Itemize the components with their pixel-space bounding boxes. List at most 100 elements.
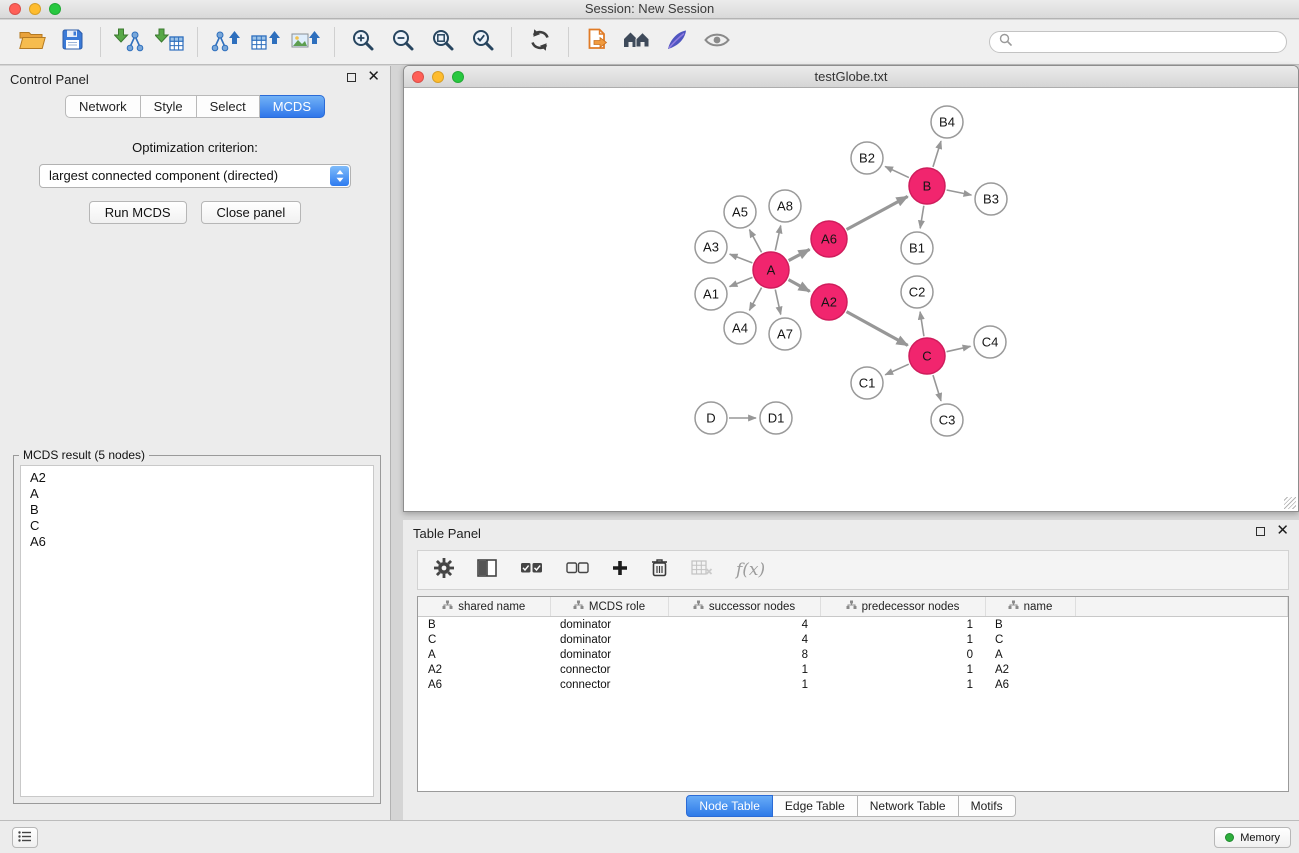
network-edge-B-B1[interactable] [920,206,924,229]
network-zoom-button[interactable] [452,71,464,83]
network-edge-B-B2[interactable] [885,166,909,177]
memory-button[interactable]: Memory [1214,827,1291,848]
network-edge-A-A8[interactable] [775,226,780,251]
network-edge-A-A2[interactable] [789,280,810,292]
tab-node-table[interactable]: Node Table [686,795,773,817]
network-edge-C-C2[interactable] [920,312,924,336]
network-node-B[interactable]: B [909,168,945,204]
resize-grip[interactable] [1284,497,1296,509]
table-row[interactable]: Adominator80A [418,647,1288,662]
network-graph[interactable]: B4 B2 B B3 A5 A8 A6 A3 B1 A C2 A1 A2 A4 A7 C4 C C1 D D1 C3 [405,89,1297,510]
tab-select[interactable]: Select [197,95,260,118]
network-edge-A2-C[interactable] [847,312,908,346]
table-row[interactable]: Bdominator41B [418,617,1288,633]
network-node-A1[interactable]: A1 [695,278,727,310]
create-column-button[interactable] [612,560,628,581]
network-node-A4[interactable]: A4 [724,312,756,344]
network-node-C2[interactable]: C2 [901,276,933,308]
export-image-button[interactable] [286,23,326,61]
help-button[interactable] [657,23,697,61]
network-minimize-button[interactable] [432,71,444,83]
network-node-C[interactable]: C [909,338,945,374]
close-panel-button[interactable]: Close panel [201,201,302,224]
open-recent-file-button[interactable] [577,23,617,61]
column-header-name[interactable]: name [985,597,1075,617]
network-edge-B-B4[interactable] [933,141,941,167]
network-window-titlebar[interactable]: testGlobe.txt [404,66,1298,88]
zoom-selected-button[interactable] [463,23,503,61]
network-edge-A-A3[interactable] [730,254,753,263]
network-edge-A6-B[interactable] [847,196,908,229]
network-node-A7[interactable]: A7 [769,318,801,350]
network-node-C4[interactable]: C4 [974,326,1006,358]
deselect-all-rows-button[interactable] [566,561,589,580]
network-edge-A-A7[interactable] [775,290,780,315]
tab-motifs[interactable]: Motifs [959,795,1016,817]
network-node-A6[interactable]: A6 [811,221,847,257]
node-table[interactable]: shared nameMCDS rolesuccessor nodesprede… [417,596,1289,792]
close-window-button[interactable] [9,3,21,15]
export-network-button[interactable] [206,23,246,61]
network-node-A[interactable]: A [753,252,789,288]
network-edge-C-C1[interactable] [885,364,909,375]
network-edge-C-C3[interactable] [933,375,941,401]
zoom-in-button[interactable] [343,23,383,61]
table-settings-button[interactable] [434,558,454,583]
network-node-A2[interactable]: A2 [811,284,847,320]
export-table-button[interactable] [246,23,286,61]
function-builder-button[interactable]: f(x) [736,560,765,580]
tab-network-table[interactable]: Network Table [858,795,959,817]
select-all-rows-button[interactable] [520,561,543,580]
float-panel-icon[interactable] [347,73,356,82]
network-node-C3[interactable]: C3 [931,404,963,436]
column-header-MCDS-role[interactable]: MCDS role [550,597,668,617]
refresh-button[interactable] [520,23,560,61]
float-table-panel-icon[interactable] [1256,527,1265,536]
minimize-window-button[interactable] [29,3,41,15]
criterion-dropdown[interactable]: largest connected component (directed) [39,164,351,188]
home-button[interactable] [617,23,657,61]
network-node-A8[interactable]: A8 [769,190,801,222]
close-table-panel-icon[interactable]: ✕ [1276,526,1289,536]
save-session-button[interactable] [52,23,92,61]
network-node-B3[interactable]: B3 [975,183,1007,215]
network-node-C1[interactable]: C1 [851,367,883,399]
network-node-A3[interactable]: A3 [695,231,727,263]
network-node-D1[interactable]: D1 [760,402,792,434]
delete-column-button[interactable] [651,558,668,582]
network-canvas[interactable]: B4 B2 B B3 A5 A8 A6 A3 B1 A C2 A1 A2 A4 A7 C4 C C1 D D1 C3 [405,89,1297,510]
network-node-B1[interactable]: B1 [901,232,933,264]
network-edge-A-A4[interactable] [749,288,761,311]
network-node-B4[interactable]: B4 [931,106,963,138]
run-mcds-button[interactable]: Run MCDS [89,201,187,224]
table-row[interactable]: A6connector11A6 [418,677,1288,692]
delete-table-button-disabled[interactable] [691,560,713,581]
zoom-window-button[interactable] [49,3,61,15]
show-panel-list-button[interactable] [12,827,38,848]
search-input[interactable] [1017,35,1277,49]
network-node-A5[interactable]: A5 [724,196,756,228]
table-row[interactable]: Cdominator41C [418,632,1288,647]
tab-edge-table[interactable]: Edge Table [773,795,858,817]
mcds-result-list[interactable]: A2ABCA6 [20,465,374,797]
import-network-from-file-button[interactable] [109,23,149,61]
zoom-fit-button[interactable] [423,23,463,61]
show-hide-button[interactable] [697,23,737,61]
column-header-successor-nodes[interactable]: successor nodes [668,597,820,617]
tab-mcds[interactable]: MCDS [260,95,325,118]
tab-network[interactable]: Network [65,95,141,118]
network-edge-A-A6[interactable] [789,249,810,260]
network-edge-A-A1[interactable] [730,277,753,286]
network-node-B2[interactable]: B2 [851,142,883,174]
column-header-shared-name[interactable]: shared name [418,597,550,617]
network-edge-C-C4[interactable] [947,346,971,351]
network-edge-A-A5[interactable] [749,230,761,253]
close-panel-icon[interactable]: ✕ [367,72,380,82]
import-table-from-file-button[interactable] [149,23,189,61]
show-column-button[interactable] [477,559,497,582]
table-row[interactable]: A2connector11A2 [418,662,1288,677]
open-session-button[interactable] [12,23,52,61]
network-node-D[interactable]: D [695,402,727,434]
network-edge-B-B3[interactable] [947,190,972,195]
network-close-button[interactable] [412,71,424,83]
